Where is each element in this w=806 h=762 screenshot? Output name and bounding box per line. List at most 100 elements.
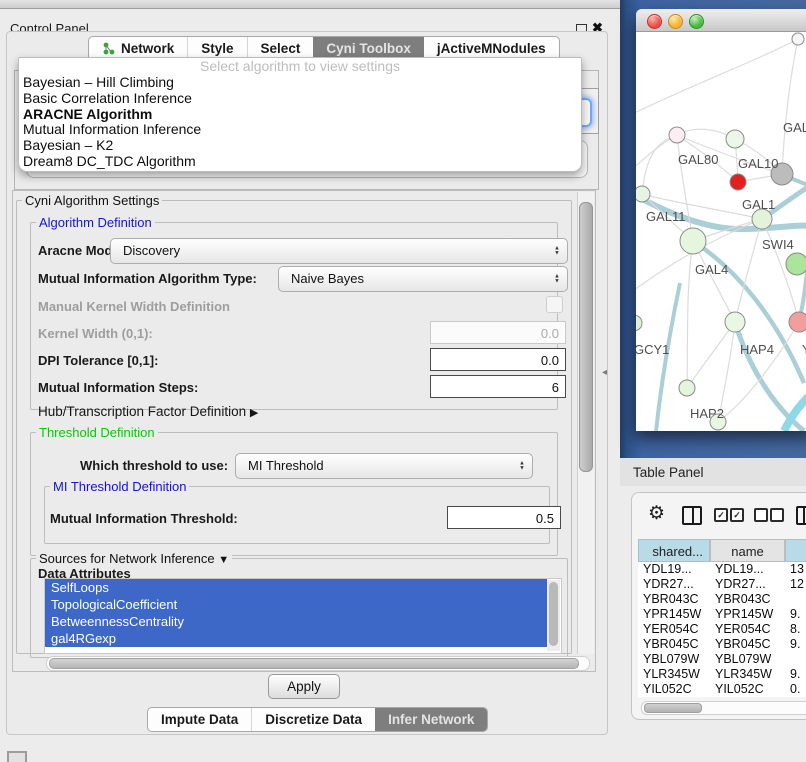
table-cell[interactable]: YBR045C <box>715 637 790 652</box>
algorithm-menu-item[interactable]: Dream8 DC_TDC Algorithm <box>19 154 581 170</box>
gear-icon[interactable]: ⚙ <box>648 502 665 525</box>
tab-discretize-data[interactable]: Discretize Data <box>251 708 375 731</box>
network-node[interactable] <box>752 209 772 229</box>
table-cell[interactable]: 9. <box>790 637 806 652</box>
table-cell[interactable]: 13 <box>790 562 806 577</box>
deselect-checkbox-icon[interactable] <box>754 508 768 522</box>
mi-threshold-field[interactable]: 0.5 <box>447 506 561 529</box>
network-node[interactable] <box>789 312 806 332</box>
select-all-checkbox-icon-2[interactable]: ✓ <box>730 508 744 522</box>
network-node[interactable] <box>725 312 745 332</box>
table-cell[interactable]: YER054C <box>715 622 790 637</box>
deselect-checkbox-icon-2[interactable] <box>770 508 784 522</box>
algorithm-menu-item[interactable]: ARACNE Algorithm <box>19 107 581 123</box>
table-cell[interactable]: YBR045C <box>643 637 715 652</box>
dpi-tolerance-field[interactable]: 0.0 <box>430 348 566 371</box>
mi-steps-field[interactable]: 6 <box>430 375 566 398</box>
table-horizontal-scrollbar[interactable] <box>641 701 806 715</box>
algorithm-menu-item[interactable]: Basic Correlation Inference <box>19 91 581 107</box>
table-row[interactable]: YDR27...YDR27...12 <box>638 577 806 592</box>
manual-kernel-checkbox[interactable] <box>546 296 563 313</box>
table-cell[interactable]: YLR345W <box>643 667 715 682</box>
table-cell[interactable]: 0. <box>790 682 806 697</box>
table-cell[interactable]: YBL079W <box>715 652 790 667</box>
table-cell[interactable]: 9. <box>790 607 806 622</box>
table-cell[interactable]: 9. <box>790 667 806 682</box>
network-node[interactable] <box>679 380 695 396</box>
settings-horizontal-scrollbar-thumb[interactable] <box>49 658 579 669</box>
table-row[interactable]: YBR043CYBR043C <box>638 592 806 607</box>
zoom-traffic-light[interactable] <box>689 14 704 29</box>
algorithm-placeholder: Select algorithm to view settings <box>19 58 581 75</box>
algorithm-menu-item[interactable]: Bayesian – Hill Climbing <box>19 75 581 91</box>
tab-infer-network[interactable]: Infer Network <box>375 708 487 731</box>
table-cell[interactable]: YBR043C <box>643 592 715 607</box>
algorithm-menu-item[interactable]: Mutual Information Inference <box>19 122 581 138</box>
which-threshold-combo[interactable]: MI Threshold ▲▼ <box>235 453 533 479</box>
aracne-mode-value: Discovery <box>123 243 180 258</box>
network-node[interactable] <box>792 33 804 45</box>
table-cell[interactable]: YLR345W <box>715 667 790 682</box>
apply-button[interactable]: Apply <box>268 674 340 699</box>
table-cell[interactable] <box>790 652 806 667</box>
kernel-width-field[interactable]: 0.0 <box>430 321 566 344</box>
network-window-titlebar[interactable] <box>636 9 806 32</box>
table-row[interactable]: YIL052CYIL052C0. <box>638 682 806 697</box>
table-cell[interactable]: YDL19... <box>715 562 790 577</box>
splitter-collapse-icon[interactable]: ◂ <box>602 367 607 378</box>
table-cell[interactable]: YDR27... <box>715 577 790 592</box>
network-node[interactable] <box>786 253 806 275</box>
network-node[interactable] <box>730 174 746 190</box>
network-canvas[interactable]: GALGAL80GAL10GAL1GAL11SWI4GAL4GCY1HAP4YH… <box>636 31 806 431</box>
sources-title-row[interactable]: Sources for Network Inference ▼ <box>36 551 232 566</box>
network-node[interactable] <box>726 130 744 148</box>
table-cell[interactable]: YIL052C <box>643 682 715 697</box>
table-row[interactable]: YLR345WYLR345W9. <box>638 667 806 682</box>
data-attribute-item[interactable]: BetweennessCentrality <box>45 613 547 630</box>
panel-fragment-icon[interactable] <box>796 506 806 525</box>
column-header-name[interactable]: name <box>710 539 785 562</box>
data-attribute-item[interactable]: SelfLoops <box>45 579 547 596</box>
minimize-traffic-light[interactable] <box>668 14 683 29</box>
column-header-partial[interactable]: A <box>785 539 806 562</box>
table-cell[interactable]: YPR145W <box>643 607 715 622</box>
table-cell[interactable]: 8. <box>790 622 806 637</box>
hub-definition-expander[interactable]: Hub/Transcription Factor Definition ▶ <box>38 404 258 419</box>
table-cell[interactable]: YBL079W <box>643 652 715 667</box>
attributes-vertical-scrollbar-thumb[interactable] <box>549 582 558 646</box>
table-cell[interactable]: YER054C <box>643 622 715 637</box>
table-cell[interactable]: YBR043C <box>715 592 790 607</box>
data-attribute-item[interactable]: gal4RGexp <box>45 630 547 647</box>
table-row[interactable]: YBR045CYBR045C9. <box>638 637 806 652</box>
mi-type-combo[interactable]: Naive Bayes ▲▼ <box>278 266 568 292</box>
settings-vertical-scrollbar-thumb[interactable] <box>579 202 593 472</box>
table-cell[interactable]: YDL19... <box>643 562 715 577</box>
tab-impute-data[interactable]: Impute Data <box>148 708 251 731</box>
table-horizontal-scrollbar-thumb[interactable] <box>644 703 702 713</box>
table-row[interactable]: YBL079WYBL079W <box>638 652 806 667</box>
table-row[interactable]: YER054CYER054C8. <box>638 622 806 637</box>
table-cell[interactable]: 12 <box>790 577 806 592</box>
network-node[interactable] <box>636 315 642 331</box>
network-node[interactable] <box>636 186 650 202</box>
table-panel-title: Table Panel <box>633 465 704 480</box>
close-traffic-light[interactable] <box>647 14 662 29</box>
table-row[interactable]: YDL19...YDL19...13 <box>638 562 806 577</box>
data-attribute-item[interactable]: TopologicalCoefficient <box>45 596 547 613</box>
aracne-mode-combo[interactable]: Discovery ▲▼ <box>110 238 568 264</box>
table-row[interactable]: YPR145WYPR145W9. <box>638 607 806 622</box>
minimized-panel-icon[interactable] <box>7 751 27 762</box>
table-cell[interactable]: YDR27... <box>643 577 715 592</box>
network-node[interactable] <box>680 228 706 254</box>
algorithm-menu-item[interactable]: Bayesian – K2 <box>19 138 581 154</box>
table-cell[interactable] <box>790 592 806 607</box>
table-cell[interactable]: YIL052C <box>715 682 790 697</box>
split-columns-icon[interactable] <box>682 506 702 525</box>
select-all-checkbox-icon[interactable]: ✓ <box>714 508 728 522</box>
network-node[interactable] <box>669 127 685 143</box>
settings-horizontal-scrollbar[interactable] <box>46 656 590 671</box>
table-cell[interactable]: YPR145W <box>715 607 790 622</box>
attributes-vertical-scrollbar[interactable] <box>547 580 560 651</box>
column-header-shared-name[interactable]: shared... <box>638 539 710 562</box>
network-icon <box>102 42 116 55</box>
